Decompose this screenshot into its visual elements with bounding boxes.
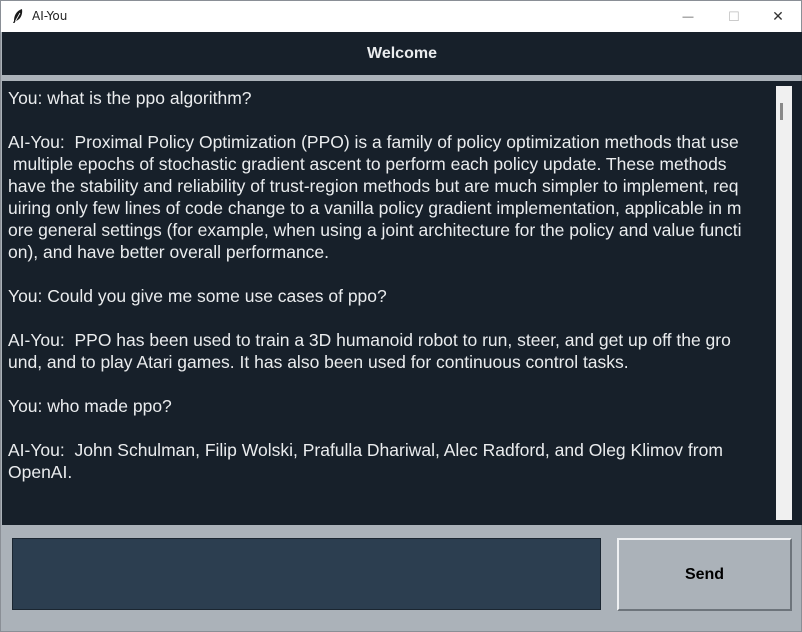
chat-line: multiple epochs of stochastic gradient a… bbox=[8, 154, 727, 174]
feather-icon bbox=[13, 9, 23, 23]
chat-line bbox=[8, 109, 775, 131]
minimize-icon: — bbox=[682, 10, 694, 23]
chat-line: You: what is the ppo algorithm? bbox=[8, 88, 252, 108]
chat-line: on), and have better overall performance… bbox=[8, 242, 330, 262]
app-window: AI-You — ☐ ✕ Welcome You: what is the pp… bbox=[0, 0, 802, 632]
chat-line: AI-You: PPO has been used to train a 3D … bbox=[8, 330, 731, 350]
chat-line: uiring only few lines of code change to … bbox=[8, 198, 742, 218]
close-button[interactable]: ✕ bbox=[755, 1, 801, 32]
window-title: AI-You bbox=[32, 9, 68, 23]
chat-line: You: Could you give me some use cases of… bbox=[8, 286, 387, 306]
chat-line: You: who made ppo? bbox=[8, 396, 172, 416]
chat-line bbox=[8, 417, 775, 439]
chat-line: und, and to play Atari games. It has als… bbox=[8, 352, 629, 372]
chat-line: AI-You: Proximal Policy Optimization (PP… bbox=[8, 132, 739, 152]
chat-line: ore general settings (for example, when … bbox=[8, 220, 742, 240]
chat-line bbox=[8, 307, 775, 329]
chat-line: have the stability and reliability of tr… bbox=[8, 176, 739, 196]
chat-scrollbar[interactable] bbox=[776, 86, 792, 520]
scrollbar-thumb[interactable] bbox=[780, 103, 783, 120]
chat-line bbox=[8, 373, 775, 395]
close-icon: ✕ bbox=[772, 8, 784, 24]
minimize-button[interactable]: — bbox=[665, 1, 711, 32]
send-button[interactable]: Send bbox=[617, 538, 792, 611]
chat-line: AI-You: John Schulman, Filip Wolski, Pra… bbox=[8, 440, 723, 460]
chat-panel[interactable]: You: what is the ppo algorithm? AI-You: P… bbox=[2, 81, 802, 525]
message-input[interactable] bbox=[12, 538, 601, 610]
page-title: Welcome bbox=[2, 32, 802, 75]
maximize-button[interactable]: ☐ bbox=[711, 1, 757, 32]
chat-line bbox=[8, 263, 775, 285]
maximize-icon: ☐ bbox=[728, 8, 740, 24]
title-bar[interactable]: AI-You — ☐ ✕ bbox=[1, 1, 801, 32]
chat-line: OpenAI. bbox=[8, 462, 73, 482]
chat-transcript[interactable]: You: what is the ppo algorithm? AI-You: P… bbox=[8, 87, 775, 483]
